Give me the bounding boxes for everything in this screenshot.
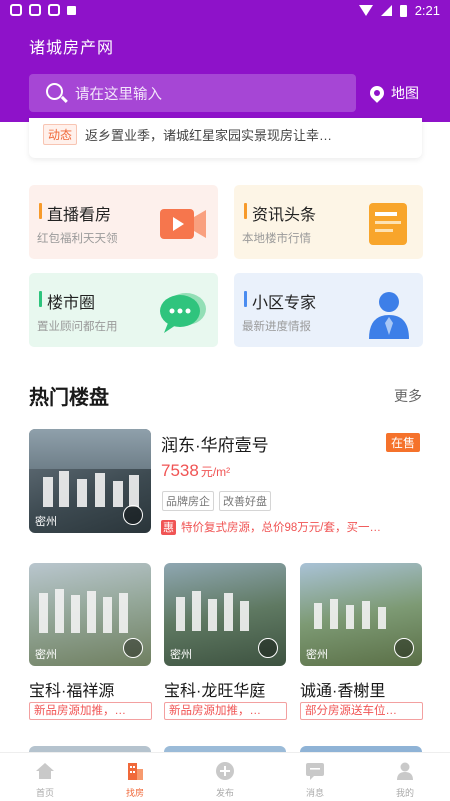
feature-subtitle: 红包福利天天领 <box>37 233 118 245</box>
image-location-label: 密州 <box>35 516 57 528</box>
image-location-label: 密州 <box>170 649 192 661</box>
nav-profile[interactable]: 我的 <box>360 753 450 801</box>
vr-icon[interactable] <box>394 638 414 658</box>
listing-image[interactable]: 密州 <box>29 563 151 666</box>
status-bar: 2:21 <box>0 0 450 24</box>
top-header: 2:21 诸城房产网 请在这里输入 地图 <box>0 0 450 122</box>
nav-publish[interactable]: 发布 <box>180 753 270 801</box>
user-icon <box>397 762 413 780</box>
listing-promo[interactable]: 部分房源送车位… <box>300 702 423 720</box>
status-icons-left <box>10 4 76 16</box>
feature-title: 楼市圈 <box>39 289 95 313</box>
expert-icon <box>369 292 409 339</box>
nav-label: 找房 <box>125 788 144 798</box>
nav-messages[interactable]: 消息 <box>270 753 360 801</box>
listing-name[interactable]: 宝科·龙旺华庭 <box>164 677 265 701</box>
notification-icon <box>10 4 22 16</box>
building-icon <box>128 763 143 780</box>
listing-name[interactable]: 诚通·香榭里 <box>300 677 385 701</box>
featured-name[interactable]: 润东·华府壹号 <box>161 431 269 456</box>
tag: 品牌房企 <box>162 491 214 511</box>
chat-icon <box>160 293 206 333</box>
more-link[interactable]: 更多 <box>394 386 422 406</box>
listing-promo[interactable]: 新品房源加推，… <box>29 702 152 720</box>
featured-promo[interactable]: 惠 特价复式房源，总价98万元/套，买一… <box>161 517 422 537</box>
vr-icon[interactable] <box>123 638 143 658</box>
feature-card-circle[interactable]: 楼市圈 置业顾问都在用 <box>29 273 218 347</box>
discount-icon: 惠 <box>161 519 176 535</box>
notification-icon <box>29 4 41 16</box>
search-placeholder: 请在这里输入 <box>75 86 162 103</box>
video-icon <box>160 209 206 239</box>
signal-icon <box>380 5 392 16</box>
news-icon <box>369 203 407 245</box>
feature-title: 资讯头条 <box>244 201 316 225</box>
feature-subtitle: 本地楼市行情 <box>242 233 311 245</box>
search-input[interactable]: 请在这里输入 <box>29 74 356 112</box>
news-ticker[interactable]: 动态 返乡置业季，诸城红星家园实景现房让幸… <box>29 118 422 158</box>
image-location-label: 密州 <box>306 649 328 661</box>
map-pin-icon <box>367 83 387 103</box>
app-title: 诸城房产网 <box>29 40 115 57</box>
listing-promo[interactable]: 新品房源加推，… <box>164 702 287 720</box>
nav-label: 我的 <box>395 788 414 798</box>
nav-find-house[interactable]: 找房 <box>90 753 180 801</box>
featured-price: 7538 元/m² <box>161 461 230 481</box>
feature-card-expert[interactable]: 小区专家 最新进度情报 <box>234 273 423 347</box>
promo-text: 特价复式房源，总价98万元/套，买一… <box>181 522 381 534</box>
listing-name[interactable]: 宝科·福祥源 <box>29 677 114 701</box>
nav-label: 发布 <box>215 788 234 798</box>
notification-icon <box>48 4 60 16</box>
nav-label: 消息 <box>305 788 324 798</box>
ticker-tag: 动态 <box>43 123 78 145</box>
featured-tags: 品牌房企 改善好盘 <box>162 491 271 511</box>
feature-title: 直播看房 <box>39 201 111 225</box>
ticker-text: 返乡置业季，诸城红星家园实景现房让幸… <box>85 127 333 143</box>
status-icons-right: 2:21 <box>358 3 440 18</box>
map-button[interactable]: 地图 <box>367 83 419 103</box>
listing-image[interactable]: 密州 <box>300 563 422 666</box>
home-icon <box>36 763 54 779</box>
notification-icon <box>67 5 76 15</box>
price-value: 7538 <box>161 461 199 480</box>
battery-icon <box>399 4 407 17</box>
section-title: 热门楼盘 <box>29 387 109 409</box>
feature-subtitle: 置业顾问都在用 <box>37 321 118 333</box>
feature-title: 小区专家 <box>244 289 316 313</box>
search-icon <box>41 74 75 112</box>
status-time: 2:21 <box>414 3 440 18</box>
bottom-nav: 首页 找房 发布 消息 我的 <box>0 752 450 801</box>
featured-image[interactable]: 密州 <box>29 429 151 533</box>
tag: 改善好盘 <box>219 491 271 511</box>
status-badge: 在售 <box>386 433 421 452</box>
wifi-icon <box>358 5 373 16</box>
feature-card-news[interactable]: 资讯头条 本地楼市行情 <box>234 185 423 259</box>
price-unit: 元/m² <box>200 465 231 479</box>
vr-icon[interactable] <box>258 638 278 658</box>
image-location-label: 密州 <box>35 649 57 661</box>
vr-icon[interactable] <box>123 505 143 525</box>
listing-image[interactable]: 密州 <box>164 563 286 666</box>
feature-card-live[interactable]: 直播看房 红包福利天天领 <box>29 185 218 259</box>
plus-circle-icon <box>216 762 234 780</box>
message-icon <box>306 763 324 780</box>
map-label: 地图 <box>391 85 419 101</box>
nav-home[interactable]: 首页 <box>0 753 90 801</box>
feature-subtitle: 最新进度情报 <box>242 321 311 333</box>
nav-label: 首页 <box>35 788 54 798</box>
